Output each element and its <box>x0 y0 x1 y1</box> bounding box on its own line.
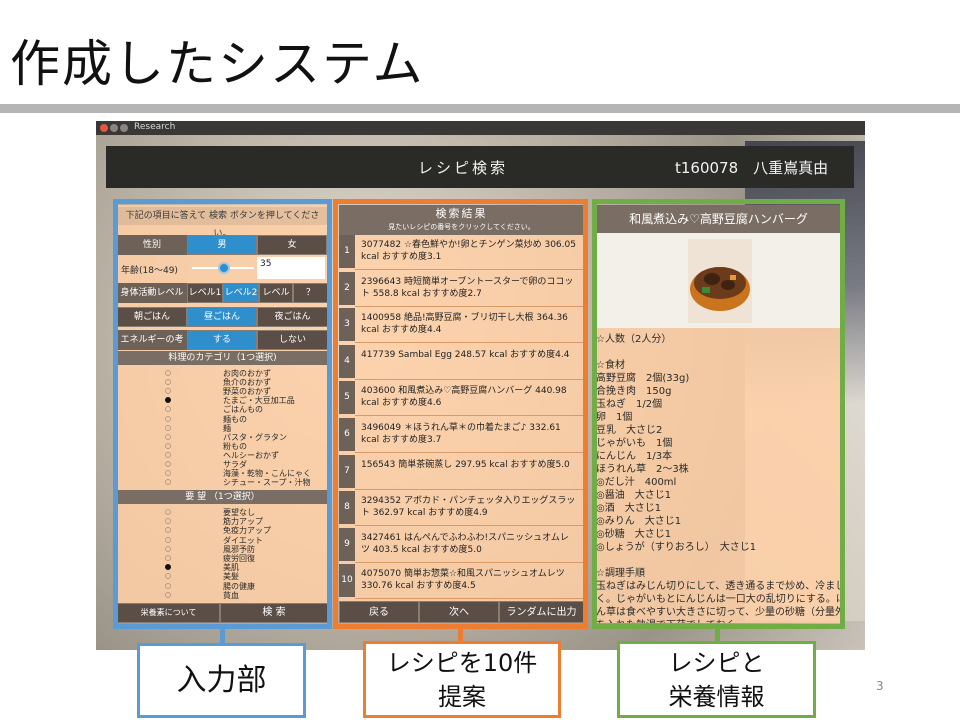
slide-title: 作成したシステム <box>10 35 425 93</box>
app-header-user: t160078 八重嶌真由 <box>675 159 829 177</box>
results-connector <box>458 629 463 641</box>
app-header-title: レシピ検索 <box>418 159 509 177</box>
recipe-connector <box>715 629 720 641</box>
results-section-frame <box>333 199 588 629</box>
nutrition-callout: レシピと 栄養情報 <box>617 641 816 718</box>
app-header: レシピ検索 t160078 八重嶌真由 <box>106 146 854 188</box>
input-callout-text: 入力部 <box>176 663 267 698</box>
input-section-frame <box>113 199 332 629</box>
minimize-icon[interactable] <box>110 124 118 132</box>
input-connector <box>220 629 225 643</box>
window-titlebar: Research <box>96 121 865 135</box>
nutrition-callout-line2: 栄養情報 <box>668 683 765 711</box>
recipe-section-frame <box>592 199 845 629</box>
nutrition-callout-line1: レシピと <box>668 649 765 677</box>
window-title: Research <box>134 122 176 132</box>
recipes-callout-line1: レシピを10件 <box>386 649 538 677</box>
input-callout: 入力部 <box>137 643 306 718</box>
title-divider <box>0 104 960 113</box>
recipes-callout-line2: 提案 <box>438 683 486 711</box>
recipes-callout: レシピを10件 提案 <box>363 641 561 718</box>
maximize-icon[interactable] <box>120 124 128 132</box>
close-icon[interactable] <box>100 124 108 132</box>
page-number: 3 <box>876 679 884 693</box>
